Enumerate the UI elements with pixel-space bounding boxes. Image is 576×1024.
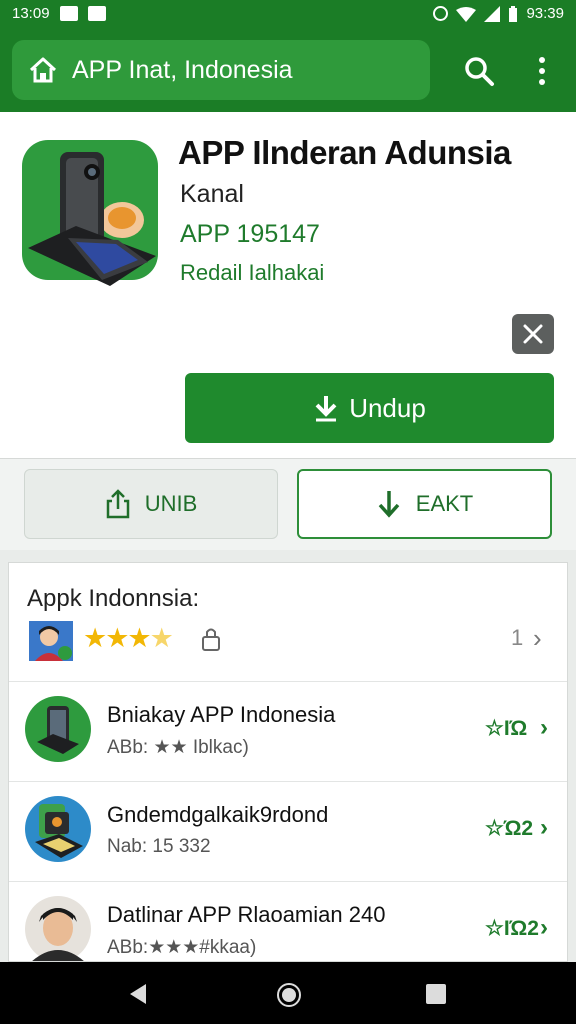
alarm-icon (433, 6, 449, 21)
share-label: UNIB (144, 491, 198, 516)
list-item[interactable]: Datlinar APP Rlaoamian 240 ABb:★★★#kkaa)… (9, 881, 567, 961)
app-bar: APP Inat, Indonesia (0, 28, 576, 112)
avatar (29, 621, 73, 661)
notification-icon (59, 6, 78, 21)
more-vert-icon[interactable] (528, 54, 556, 88)
item-name: Gndemdgalkaik9rdond (107, 802, 329, 827)
item-avatar (25, 896, 91, 961)
list-heading: Appk Indonnsia: (27, 585, 200, 612)
app-developer: Kanal (180, 180, 244, 208)
app-header-card: APP Ilnderan Adunsia Kanal APP 195147 Re… (0, 112, 576, 458)
exit-label: EAKT (415, 491, 474, 516)
item-name: Bniakay APP Indonesia (107, 702, 336, 727)
exit-button[interactable]: EAKT (297, 469, 552, 539)
share-icon (106, 489, 129, 519)
close-icon (523, 324, 543, 344)
item-app-icon (25, 696, 91, 762)
share-button[interactable]: UNIB (24, 469, 278, 539)
item-rating: ☆Ώ2 (485, 817, 534, 840)
battery-icon (509, 5, 518, 22)
item-app-icon (25, 796, 91, 862)
app-detail-link[interactable]: Redail Ialhakai (180, 260, 324, 286)
chevron-right-icon[interactable]: › (540, 914, 548, 942)
app-version: APP 195147 (180, 220, 320, 248)
rating-stars: ★★★★ (83, 623, 174, 653)
chevron-right-icon[interactable]: › (533, 623, 542, 654)
list-item[interactable]: Bniakay APP Indonesia ABb: ★★ Iblkac) ☆Ι… (9, 681, 567, 781)
download-arrow-icon (378, 491, 400, 518)
navigation-bar (0, 962, 576, 1024)
list-item[interactable]: Gndemdgalkaik9rdond Nab: 15 332 ☆Ώ2 › (9, 781, 567, 881)
item-rating: ☆ΙΏ2 (485, 917, 539, 940)
item-name: Datlinar APP Rlaoamian 240 (107, 902, 386, 927)
close-button[interactable] (512, 314, 554, 354)
app-title: APP Ilnderan Adunsia (178, 134, 511, 171)
home-icon[interactable] (28, 55, 58, 85)
rating-row[interactable]: ★★★★ 1 › (27, 619, 557, 663)
signal-icon (484, 5, 501, 22)
back-icon[interactable] (126, 982, 150, 1006)
item-subtitle: ABb: ★★ Iblkac) (107, 737, 249, 758)
status-time-right: 93:39 (526, 5, 564, 22)
install-label: Undup (349, 392, 426, 423)
search-icon[interactable] (462, 54, 496, 88)
item-subtitle: ABb:★★★#kkaa) (107, 937, 257, 958)
status-time: 13:09 (12, 5, 50, 22)
app-list-card: Appk Indonnsia: ★★★★ 1 › Bniakay APP Ind… (8, 562, 568, 962)
search-bar[interactable]: APP Inat, Indonesia (12, 40, 430, 100)
home-nav-icon[interactable] (276, 982, 302, 1008)
install-button[interactable]: Undup (185, 373, 554, 443)
chevron-right-icon[interactable]: › (540, 814, 548, 842)
rating-count: 1 (511, 625, 524, 650)
app-bar-title: APP Inat, Indonesia (72, 55, 293, 84)
lock-icon (202, 628, 220, 651)
item-subtitle: Nab: 15 332 (107, 836, 211, 857)
wifi-icon (456, 6, 477, 22)
download-icon (315, 396, 337, 422)
status-bar: 13:09 93:39 (0, 0, 576, 28)
chevron-right-icon[interactable]: › (540, 714, 548, 742)
action-row: UNIB EAKT (0, 458, 576, 550)
notification-icon-2 (87, 6, 106, 21)
item-rating: ☆ΙΏ (485, 717, 528, 740)
app-icon (22, 140, 158, 286)
recent-apps-icon[interactable] (426, 984, 446, 1004)
